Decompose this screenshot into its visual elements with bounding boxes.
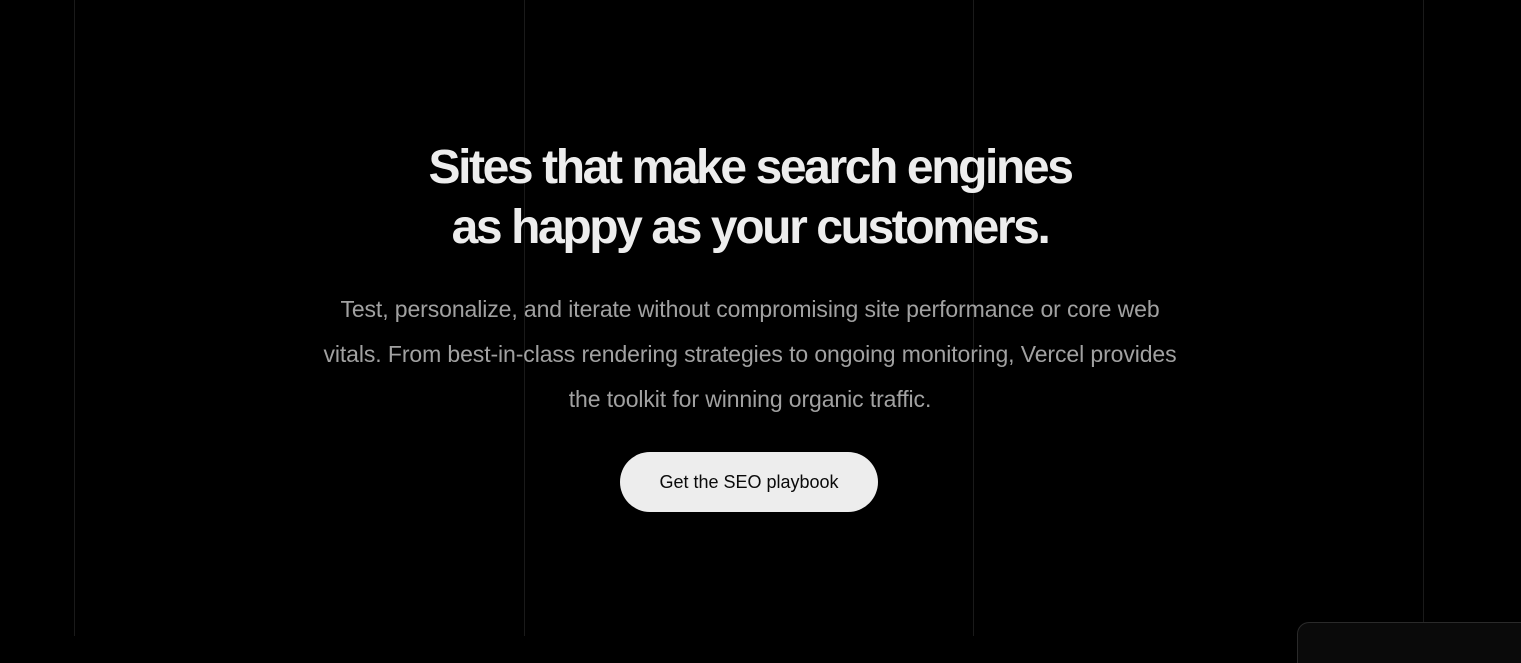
- hero-section: Sites that make search engines as happy …: [0, 0, 1521, 636]
- hero-headline-line: as happy as your customers.: [451, 201, 1051, 254]
- hero-headline: Sites that make search engines as happy …: [250, 138, 1250, 258]
- hero-description-line: Test, personalize, and iterate without c…: [340, 296, 1160, 322]
- hero-description-line: the toolkit for winning organic traffic.: [568, 386, 932, 412]
- seo-playbook-button[interactable]: Get the SEO playbook: [620, 452, 878, 512]
- corner-panel[interactable]: [1297, 622, 1521, 663]
- hero-headline-line: Sites that make search engines: [428, 141, 1074, 194]
- hero-description-line: vitals. From best-in-class rendering str…: [323, 341, 1177, 367]
- hero-description: Test, personalize, and iterate without c…: [250, 287, 1250, 422]
